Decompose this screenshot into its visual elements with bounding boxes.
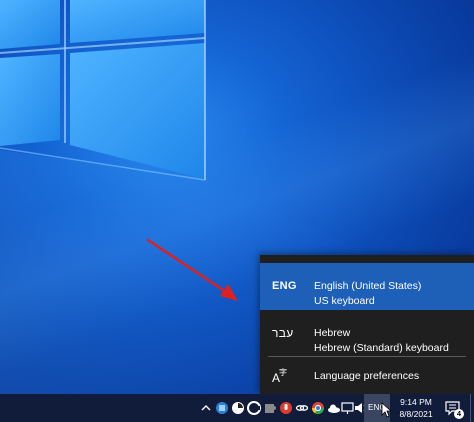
language-option-english[interactable]: ENG English (United States) US keyboard — [260, 263, 474, 310]
language-name: Hebrew — [314, 327, 351, 339]
taskbar: ENG 9:14 PM 8/8/2021 4 — [0, 394, 474, 422]
notification-center-button[interactable]: 4 — [444, 399, 464, 419]
chrome-icon[interactable] — [310, 400, 326, 416]
language-code: ENG — [272, 280, 297, 292]
network-app-icon[interactable] — [214, 400, 230, 416]
chevron-up-icon[interactable] — [198, 400, 214, 416]
svg-text:字: 字 — [279, 367, 287, 377]
clock-time: 9:14 PM — [400, 397, 432, 407]
c-icon[interactable] — [246, 400, 262, 416]
keyboard-layout: Hebrew (Standard) keyboard — [314, 342, 449, 354]
language-code: עבר — [272, 326, 294, 340]
language-preferences-link[interactable]: A 字 Language preferences — [260, 358, 474, 394]
clock-date: 8/8/2021 — [399, 409, 433, 419]
show-desktop-button[interactable] — [470, 394, 474, 422]
language-preferences-label: Language preferences — [314, 370, 420, 382]
language-name: English (United States) — [314, 280, 422, 292]
clock[interactable]: 9:14 PM 8/8/2021 — [392, 396, 440, 420]
divider — [268, 356, 466, 357]
language-option-hebrew[interactable]: עבר Hebrew Hebrew (Standard) keyboard — [260, 310, 474, 357]
puzzle-icon[interactable] — [262, 400, 278, 416]
link-icon[interactable] — [294, 400, 310, 416]
notification-count-badge: 4 — [454, 409, 464, 419]
keyboard-layout: US keyboard — [314, 295, 375, 307]
microphone-icon[interactable] — [278, 400, 294, 416]
language-icon: A 字 — [272, 367, 288, 388]
sync-icon[interactable] — [230, 400, 246, 416]
mouse-cursor-icon — [381, 402, 391, 418]
language-flyout: ENG English (United States) US keyboard … — [260, 255, 474, 394]
